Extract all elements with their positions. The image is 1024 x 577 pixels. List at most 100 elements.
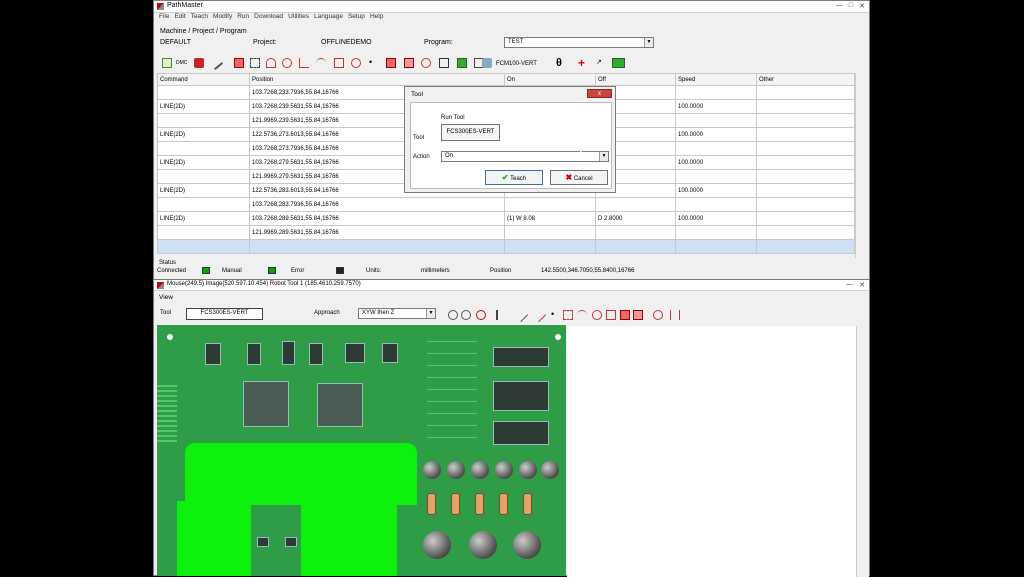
table-scrollbar[interactable] bbox=[855, 73, 866, 258]
fiducial-icon[interactable] bbox=[439, 58, 449, 68]
zoom-fit-icon[interactable] bbox=[476, 310, 486, 320]
dispense-needle-icon[interactable] bbox=[496, 310, 506, 320]
approach-select[interactable]: XYW then Z ▼ bbox=[358, 308, 436, 319]
target-icon[interactable] bbox=[421, 58, 431, 68]
zoom-out-icon[interactable] bbox=[448, 310, 458, 320]
measure-icon[interactable] bbox=[670, 310, 680, 320]
run-icon[interactable] bbox=[457, 58, 467, 68]
minimize-icon[interactable]: — bbox=[846, 281, 853, 289]
camera-icon[interactable] bbox=[194, 58, 204, 68]
menu-item[interactable]: Setup bbox=[348, 13, 365, 20]
minimize-icon[interactable]: — bbox=[836, 2, 843, 10]
menu-item[interactable]: Teach bbox=[191, 13, 208, 20]
cell-other bbox=[756, 197, 855, 212]
grid-panel-icon[interactable] bbox=[612, 58, 625, 68]
col-other[interactable]: Other bbox=[756, 73, 855, 86]
dispense-icon[interactable] bbox=[334, 58, 344, 68]
new-program-icon[interactable] bbox=[162, 58, 172, 68]
menu-item[interactable]: Modify bbox=[213, 13, 232, 20]
dialog-close-button[interactable]: x bbox=[587, 89, 612, 98]
point-icon[interactable]: • bbox=[551, 310, 561, 320]
menu-item[interactable]: File bbox=[159, 13, 169, 20]
chevron-down-icon[interactable]: ▼ bbox=[599, 152, 608, 161]
units-label: Units: bbox=[366, 268, 382, 274]
target-icon[interactable] bbox=[653, 310, 663, 320]
col-position[interactable]: Position bbox=[249, 73, 505, 86]
menu-item[interactable]: Edit bbox=[174, 13, 185, 20]
resistor bbox=[451, 493, 460, 515]
col-speed[interactable]: Speed bbox=[675, 73, 757, 86]
draw-arc-icon[interactable] bbox=[531, 307, 547, 323]
tool-settings-icon[interactable] bbox=[482, 58, 492, 68]
cancel-label: Cancel bbox=[573, 176, 593, 182]
teach-button[interactable]: ✔ Teach bbox=[485, 170, 543, 185]
chevron-down-icon[interactable]: ▼ bbox=[426, 309, 435, 318]
selected-area-highlight bbox=[185, 443, 417, 505]
circle-icon[interactable] bbox=[351, 58, 361, 68]
col-off[interactable]: Off bbox=[595, 73, 676, 86]
mounting-hole bbox=[555, 334, 561, 340]
arc-icon[interactable] bbox=[266, 58, 276, 68]
col-on[interactable]: On bbox=[504, 73, 596, 86]
jog-icon[interactable]: ↗ bbox=[596, 58, 606, 68]
title-bar[interactable]: PathMaster — □ ✕ bbox=[154, 1, 869, 13]
draw-line-icon[interactable] bbox=[513, 307, 529, 323]
x-icon: ✖ bbox=[565, 173, 573, 182]
arc-path-icon[interactable] bbox=[577, 310, 587, 320]
table-row[interactable]: 121.9969,289.5631,55.84,16766 bbox=[157, 225, 855, 240]
project-label: Project: bbox=[253, 39, 277, 46]
menu-view[interactable]: View bbox=[159, 294, 173, 301]
line-arc-icon[interactable] bbox=[299, 58, 309, 68]
polyline-icon[interactable] bbox=[563, 310, 573, 320]
chevron-down-icon[interactable]: ▼ bbox=[644, 38, 653, 47]
grid-rect-icon[interactable] bbox=[633, 310, 643, 320]
cancel-button[interactable]: ✖ Cancel bbox=[550, 170, 608, 185]
rect-icon[interactable] bbox=[606, 310, 616, 320]
circle-icon[interactable] bbox=[592, 310, 602, 320]
toolbar: DMC • FCM100-VERT θ + ↗ bbox=[154, 55, 869, 72]
tool-select-button[interactable]: FCS300ES-VERT bbox=[441, 124, 500, 141]
menu-item[interactable]: Download bbox=[254, 13, 283, 20]
menu-item[interactable]: Run bbox=[237, 13, 249, 20]
cell-speed bbox=[675, 141, 757, 156]
zoom-in-icon[interactable] bbox=[461, 310, 471, 320]
table-row[interactable]: 103.7268,283.7936,55.84,16766 bbox=[157, 197, 855, 212]
theta-icon[interactable]: θ bbox=[556, 58, 566, 69]
curve-icon[interactable] bbox=[316, 58, 326, 68]
selected-empty-row[interactable] bbox=[157, 239, 855, 254]
path-icon[interactable] bbox=[250, 58, 260, 68]
tool-dialog: Tool x Run Tool Tool FCS300ES-VERT Actio… bbox=[404, 86, 616, 193]
maximize-icon[interactable]: □ bbox=[849, 2, 853, 10]
line-tool-icon[interactable] bbox=[208, 55, 224, 71]
pcb-image[interactable] bbox=[157, 325, 566, 576]
close-icon[interactable]: ✕ bbox=[859, 2, 865, 10]
menu-item[interactable]: Help bbox=[370, 13, 383, 20]
toolbar-tool-label[interactable]: FCM100-VERT bbox=[496, 61, 537, 67]
image-canvas[interactable] bbox=[567, 326, 856, 577]
ic-chip bbox=[282, 341, 295, 365]
cell-command: LINE(2D) bbox=[157, 183, 250, 198]
ic-chip bbox=[285, 537, 297, 547]
tool-select-label: FCS300ES-VERT bbox=[446, 129, 495, 135]
cell-speed bbox=[675, 197, 757, 212]
table-row[interactable]: LINE(2D) 103.7268,289.5631,55.84,16766 (1)… bbox=[157, 211, 855, 226]
cell-command: LINE(2D) bbox=[157, 211, 250, 226]
image-tool-field[interactable]: FCS300ES-VERT bbox=[186, 308, 263, 320]
dmc-icon[interactable]: DMC bbox=[176, 58, 187, 68]
mounting-hole bbox=[167, 334, 173, 340]
rectangle-icon[interactable] bbox=[234, 58, 244, 68]
square-grid-icon[interactable] bbox=[404, 58, 414, 68]
point-icon[interactable]: • bbox=[369, 58, 379, 68]
image-title-bar[interactable]: Mouse(249,5) Image(520.597,10.454) Robot… bbox=[154, 280, 869, 291]
square-fill-icon[interactable] bbox=[386, 58, 396, 68]
col-command[interactable]: Command bbox=[157, 73, 250, 86]
close-icon[interactable]: ✕ bbox=[859, 281, 865, 289]
circle-arc-icon[interactable] bbox=[282, 58, 292, 68]
fill-rect-icon[interactable] bbox=[620, 310, 630, 320]
menu-item[interactable]: Utilities bbox=[288, 13, 309, 20]
program-select[interactable]: TEST ▼ bbox=[504, 37, 654, 48]
crosshair-icon[interactable]: + bbox=[578, 57, 588, 69]
cell-empty bbox=[157, 239, 250, 254]
menu-item[interactable]: Language bbox=[314, 13, 343, 20]
image-scrollbar[interactable] bbox=[856, 326, 869, 577]
